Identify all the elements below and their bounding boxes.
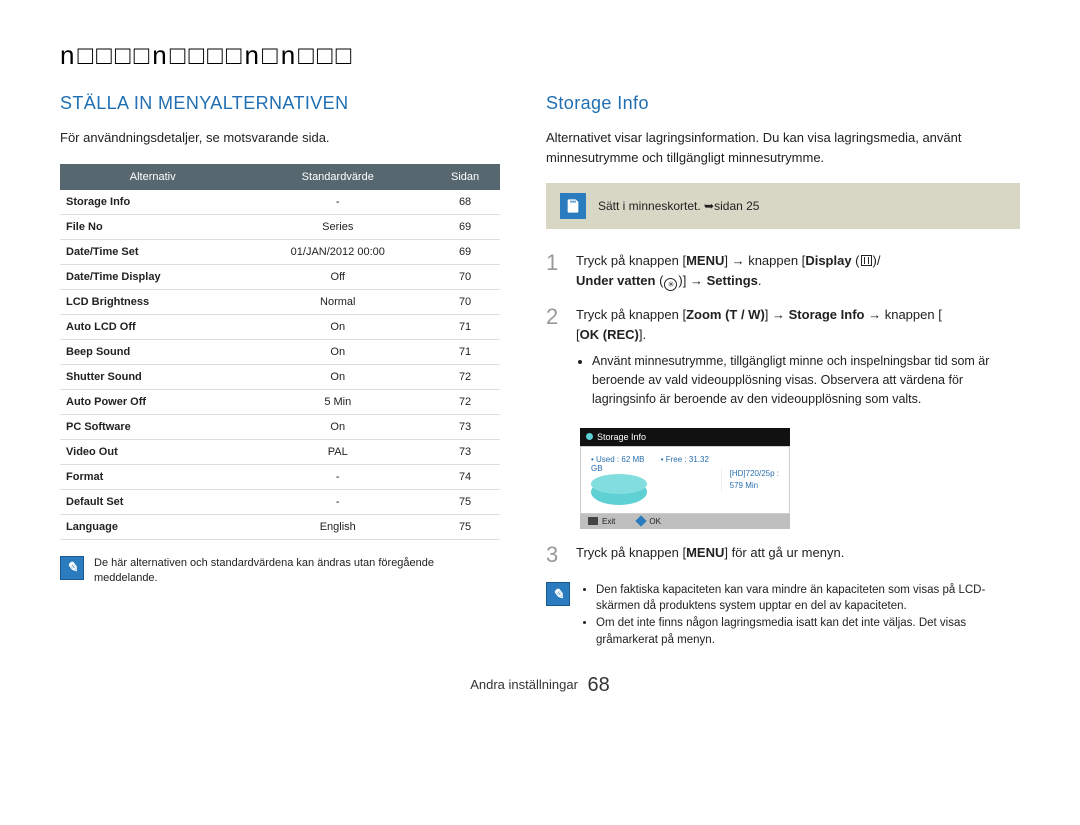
note-list: Den faktiska kapaciteten kan vara mindre…	[580, 582, 1020, 649]
step-3: 3 Tryck på knappen [MENU] för att gå ur …	[546, 543, 1020, 566]
mock-title: Storage Info	[597, 432, 646, 442]
table-row: LanguageEnglish75	[60, 514, 500, 539]
storage-icon	[586, 433, 593, 440]
tip-text: Sätt i minneskortet. ➥sidan 25	[598, 199, 759, 213]
left-heading: STÄLLA IN MENYALTERNATIVEN	[60, 93, 500, 114]
res-label: [HD]720/25p :	[730, 468, 779, 480]
options-table: Alternativ Standardvärde Sidan Storage I…	[60, 164, 500, 540]
right-intro: Alternativet visar lagringsinformation. …	[546, 128, 1020, 167]
steps: 1 Tryck på knappen [MENU] → knappen [Dis…	[546, 251, 1020, 566]
mock-right: [HD]720/25p : 579 Min	[721, 468, 779, 492]
th-default: Standardvärde	[245, 164, 430, 190]
left-intro: För användningsdetaljer, se motsvarande …	[60, 128, 500, 148]
right-column: Storage Info Alternativet visar lagrings…	[546, 93, 1020, 648]
table-row: Shutter SoundOn72	[60, 364, 500, 389]
th-option: Alternativ	[60, 164, 245, 190]
note-bullet: Om det inte finns någon lagringsmedia is…	[596, 615, 1020, 648]
left-column: STÄLLA IN MENYALTERNATIVEN För användnin…	[60, 93, 500, 648]
note-icon: ✎	[60, 556, 84, 580]
underwater-icon: ✳	[664, 278, 677, 291]
disk-icon	[591, 479, 647, 505]
table-row: File NoSeries69	[60, 214, 500, 239]
exit-button: Exit	[588, 517, 615, 526]
table-row: PC SoftwareOn73	[60, 414, 500, 439]
table-row: Default Set-75	[60, 489, 500, 514]
page-footer: Andra inställningar 68	[60, 674, 1020, 697]
mock-left: • Used : 62 MB • Free : 31.32 GB	[591, 455, 711, 505]
sd-card-icon	[560, 193, 586, 219]
table-row: Auto LCD OffOn71	[60, 314, 500, 339]
ok-icon	[636, 516, 647, 527]
page: n□□□□n□□□□n□n□□□ STÄLLA IN MENYALTERNATI…	[0, 0, 1080, 727]
th-page: Sidan	[430, 164, 500, 190]
table-row: LCD BrightnessNormal70	[60, 289, 500, 314]
ok-button: OK	[637, 517, 661, 526]
right-heading: Storage Info	[546, 93, 1020, 114]
note-icon: ✎	[546, 582, 570, 606]
table-row: Date/Time DisplayOff70	[60, 264, 500, 289]
note-text: De här alternativen och standardvärdena …	[94, 556, 500, 588]
display-icon	[861, 255, 872, 266]
mock-body: • Used : 62 MB • Free : 31.32 GB [HD]720…	[580, 446, 790, 514]
step-1: 1 Tryck på knappen [MENU] → knappen [Dis…	[546, 251, 1020, 291]
table-row: Auto Power Off5 Min72	[60, 389, 500, 414]
table-row: Video OutPAL73	[60, 439, 500, 464]
time-label: 579 Min	[730, 480, 779, 492]
screen-mockup: Storage Info • Used : 62 MB • Free : 31.…	[580, 428, 790, 529]
step-number: 1	[546, 252, 562, 291]
step-2: 2 Tryck på knappen [Zoom (T / W)] → Stor…	[546, 305, 1020, 413]
note-row: ✎ De här alternativen och standardvärden…	[60, 556, 500, 588]
table-row: Storage Info-68	[60, 190, 500, 215]
two-column-layout: STÄLLA IN MENYALTERNATIVEN För användnin…	[60, 93, 1020, 648]
mock-footer: Exit OK	[580, 514, 790, 529]
menu-icon	[588, 517, 598, 525]
section-title: n□□□□n□□□□n□n□□□	[60, 40, 1020, 71]
table-row: Beep SoundOn71	[60, 339, 500, 364]
step-body: Tryck på knappen [MENU] för att gå ur me…	[576, 543, 844, 566]
step-number: 2	[546, 306, 562, 413]
table-row: Format-74	[60, 464, 500, 489]
tip-box: Sätt i minneskortet. ➥sidan 25	[546, 183, 1020, 229]
table-row: Date/Time Set01/JAN/2012 00:0069	[60, 239, 500, 264]
footer-label: Andra inställningar	[470, 677, 578, 692]
mock-title-bar: Storage Info	[580, 428, 790, 446]
note-row: ✎ Den faktiska kapaciteten kan vara mind…	[546, 582, 1020, 649]
used-label: • Used : 62 MB	[591, 455, 645, 464]
page-number: 68	[588, 674, 610, 696]
step-body: Tryck på knappen [MENU] → knappen [Displ…	[576, 251, 880, 291]
step-bullet: Använt minnesutrymme, tillgängligt minne…	[592, 352, 1020, 410]
note-bullet: Den faktiska kapaciteten kan vara mindre…	[596, 582, 1020, 615]
step-number: 3	[546, 544, 562, 566]
step-body: Tryck på knappen [Zoom (T / W)] → Storag…	[576, 305, 1020, 413]
